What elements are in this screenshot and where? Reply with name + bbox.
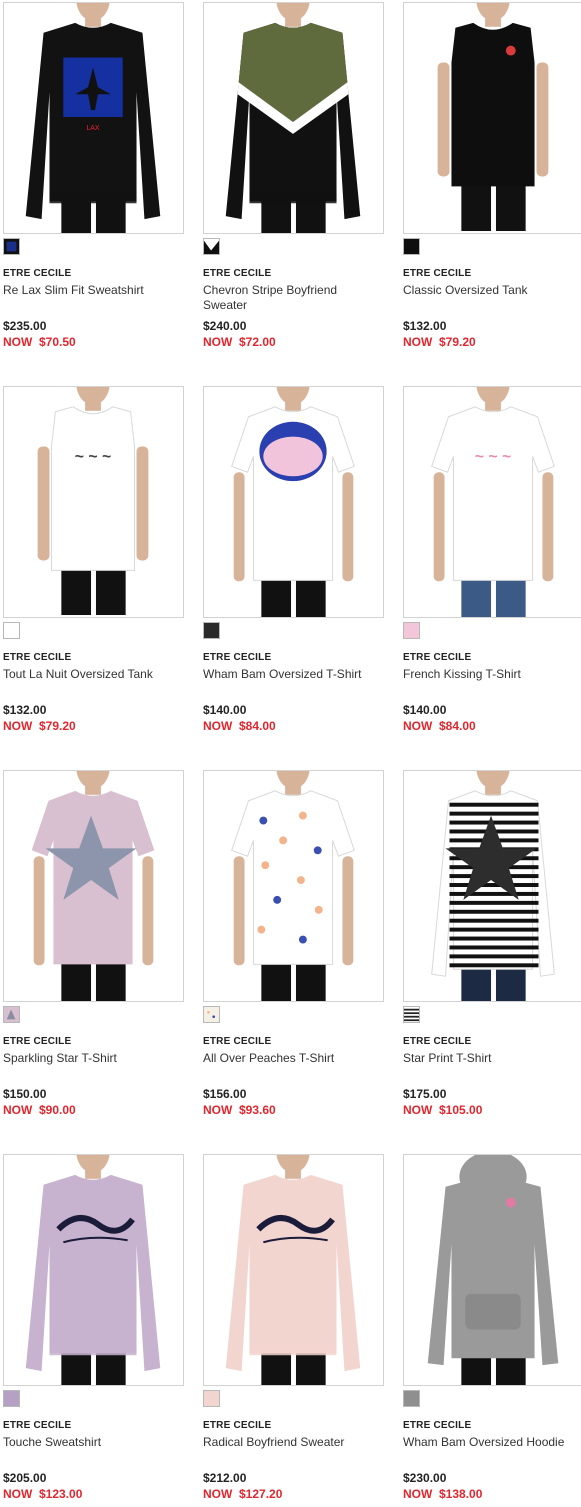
original-price: $240.00 <box>203 319 247 333</box>
sale-price: NOW $79.20 <box>3 719 76 733</box>
original-price: $132.00 <box>3 703 47 717</box>
product-brand: ETRE CECILE <box>203 268 272 279</box>
color-swatch[interactable] <box>203 1006 220 1023</box>
color-swatch[interactable] <box>403 1390 420 1407</box>
product-card[interactable]: ETRE CECILE Classic Oversized Tank $132.00… <box>403 2 581 372</box>
sale-price: NOW $105.00 <box>403 1103 483 1117</box>
product-name[interactable]: Wham Bam Oversized T-Shirt <box>203 667 381 682</box>
product-image[interactable] <box>3 1154 184 1386</box>
sale-price: NOW $123.00 <box>3 1487 83 1501</box>
product-card[interactable]: ~ ~ ~ ETRE CECILE French Kissing T-Shirt $1… <box>403 386 581 756</box>
product-card[interactable]: ~ ~ ~ ETRE CECILE Tout La Nuit Oversized T… <box>3 386 184 756</box>
product-image[interactable]: LAX <box>3 2 184 234</box>
product-image[interactable] <box>203 1154 384 1386</box>
product-card[interactable]: ETRE CECILE Chevron Stripe Boyfriend Swea… <box>203 2 384 372</box>
product-image[interactable]: ~ ~ ~ <box>403 386 581 618</box>
sale-price: NOW $93.60 <box>203 1103 276 1117</box>
product-brand: ETRE CECILE <box>403 1036 472 1047</box>
color-swatch[interactable] <box>203 622 220 639</box>
product-name[interactable]: French Kissing T-Shirt <box>403 667 581 682</box>
sale-price: NOW $70.50 <box>3 335 76 349</box>
product-brand: ETRE CECILE <box>3 652 72 663</box>
product-brand: ETRE CECILE <box>3 268 72 279</box>
sale-price: NOW $72.00 <box>203 335 276 349</box>
product-brand: ETRE CECILE <box>3 1036 72 1047</box>
sale-price: NOW $138.00 <box>403 1487 483 1501</box>
original-price: $150.00 <box>3 1087 47 1101</box>
product-name[interactable]: Sparkling Star T-Shirt <box>3 1051 181 1066</box>
original-price: $230.00 <box>403 1471 447 1485</box>
product-brand: ETRE CECILE <box>403 268 472 279</box>
color-swatch[interactable] <box>403 622 420 639</box>
original-price: $212.00 <box>203 1471 247 1485</box>
sale-price: NOW $90.00 <box>3 1103 76 1117</box>
product-name[interactable]: All Over Peaches T-Shirt <box>203 1051 381 1066</box>
product-name[interactable]: Touche Sweatshirt <box>3 1435 181 1450</box>
product-brand: ETRE CECILE <box>203 1420 272 1431</box>
color-swatch[interactable] <box>403 1006 420 1023</box>
product-name[interactable]: Classic Oversized Tank <box>403 283 581 298</box>
product-name[interactable]: Tout La Nuit Oversized Tank <box>3 667 181 682</box>
product-name[interactable]: Radical Boyfriend Sweater <box>203 1435 381 1450</box>
product-image[interactable] <box>203 770 384 1002</box>
color-swatch[interactable] <box>203 238 220 255</box>
product-card[interactable]: ETRE CECILE All Over Peaches T-Shirt $156.… <box>203 770 384 1140</box>
original-price: $140.00 <box>403 703 447 717</box>
original-price: $205.00 <box>3 1471 47 1485</box>
product-card[interactable]: ETRE CECILE Wham Bam Oversized Hoodie $230… <box>403 1154 581 1507</box>
svg-text:LAX: LAX <box>86 125 99 132</box>
product-brand: ETRE CECILE <box>403 652 472 663</box>
color-swatch[interactable] <box>3 238 20 255</box>
original-price: $140.00 <box>203 703 247 717</box>
product-card[interactable]: ETRE CECILE Sparkling Star T-Shirt $150.00… <box>3 770 184 1140</box>
product-image[interactable]: ~ ~ ~ <box>3 386 184 618</box>
svg-text:~ ~ ~: ~ ~ ~ <box>75 448 111 465</box>
color-swatch[interactable] <box>3 622 20 639</box>
color-swatch[interactable] <box>203 1390 220 1407</box>
product-card[interactable]: ETRE CECILE Touche Sweatshirt $205.00 NOW $… <box>3 1154 184 1507</box>
sale-price: NOW $84.00 <box>203 719 276 733</box>
original-price: $235.00 <box>3 319 47 333</box>
original-price: $156.00 <box>203 1087 247 1101</box>
product-brand: ETRE CECILE <box>203 1036 272 1047</box>
product-image[interactable] <box>203 2 384 234</box>
color-swatch[interactable] <box>3 1006 20 1023</box>
product-card[interactable]: ETRE CECILE Wham Bam Oversized T-Shirt $14… <box>203 386 384 756</box>
product-brand: ETRE CECILE <box>403 1420 472 1431</box>
product-image[interactable] <box>403 770 581 1002</box>
product-name[interactable]: Chevron Stripe Boyfriend Sweater <box>203 283 381 313</box>
color-swatch[interactable] <box>403 238 420 255</box>
product-image[interactable] <box>403 2 581 234</box>
product-name[interactable]: Wham Bam Oversized Hoodie <box>403 1435 581 1450</box>
product-name[interactable]: Re Lax Slim Fit Sweatshirt <box>3 283 181 298</box>
original-price: $132.00 <box>403 319 447 333</box>
sale-price: NOW $79.20 <box>403 335 476 349</box>
sale-price: NOW $84.00 <box>403 719 476 733</box>
product-card[interactable]: ETRE CECILE Star Print T-Shirt $175.00 NOW … <box>403 770 581 1140</box>
product-image[interactable] <box>203 386 384 618</box>
original-price: $175.00 <box>403 1087 447 1101</box>
color-swatch[interactable] <box>3 1390 20 1407</box>
product-image[interactable] <box>403 1154 581 1386</box>
product-brand: ETRE CECILE <box>203 652 272 663</box>
product-card[interactable]: LAX ETRE CECILE Re Lax Slim Fit Sweatshirt… <box>3 2 184 372</box>
product-name[interactable]: Star Print T-Shirt <box>403 1051 581 1066</box>
product-card[interactable]: ETRE CECILE Radical Boyfriend Sweater $212… <box>203 1154 384 1507</box>
svg-text:~ ~ ~: ~ ~ ~ <box>475 448 511 465</box>
sale-price: NOW $127.20 <box>203 1487 283 1501</box>
product-brand: ETRE CECILE <box>3 1420 72 1431</box>
product-image[interactable] <box>3 770 184 1002</box>
